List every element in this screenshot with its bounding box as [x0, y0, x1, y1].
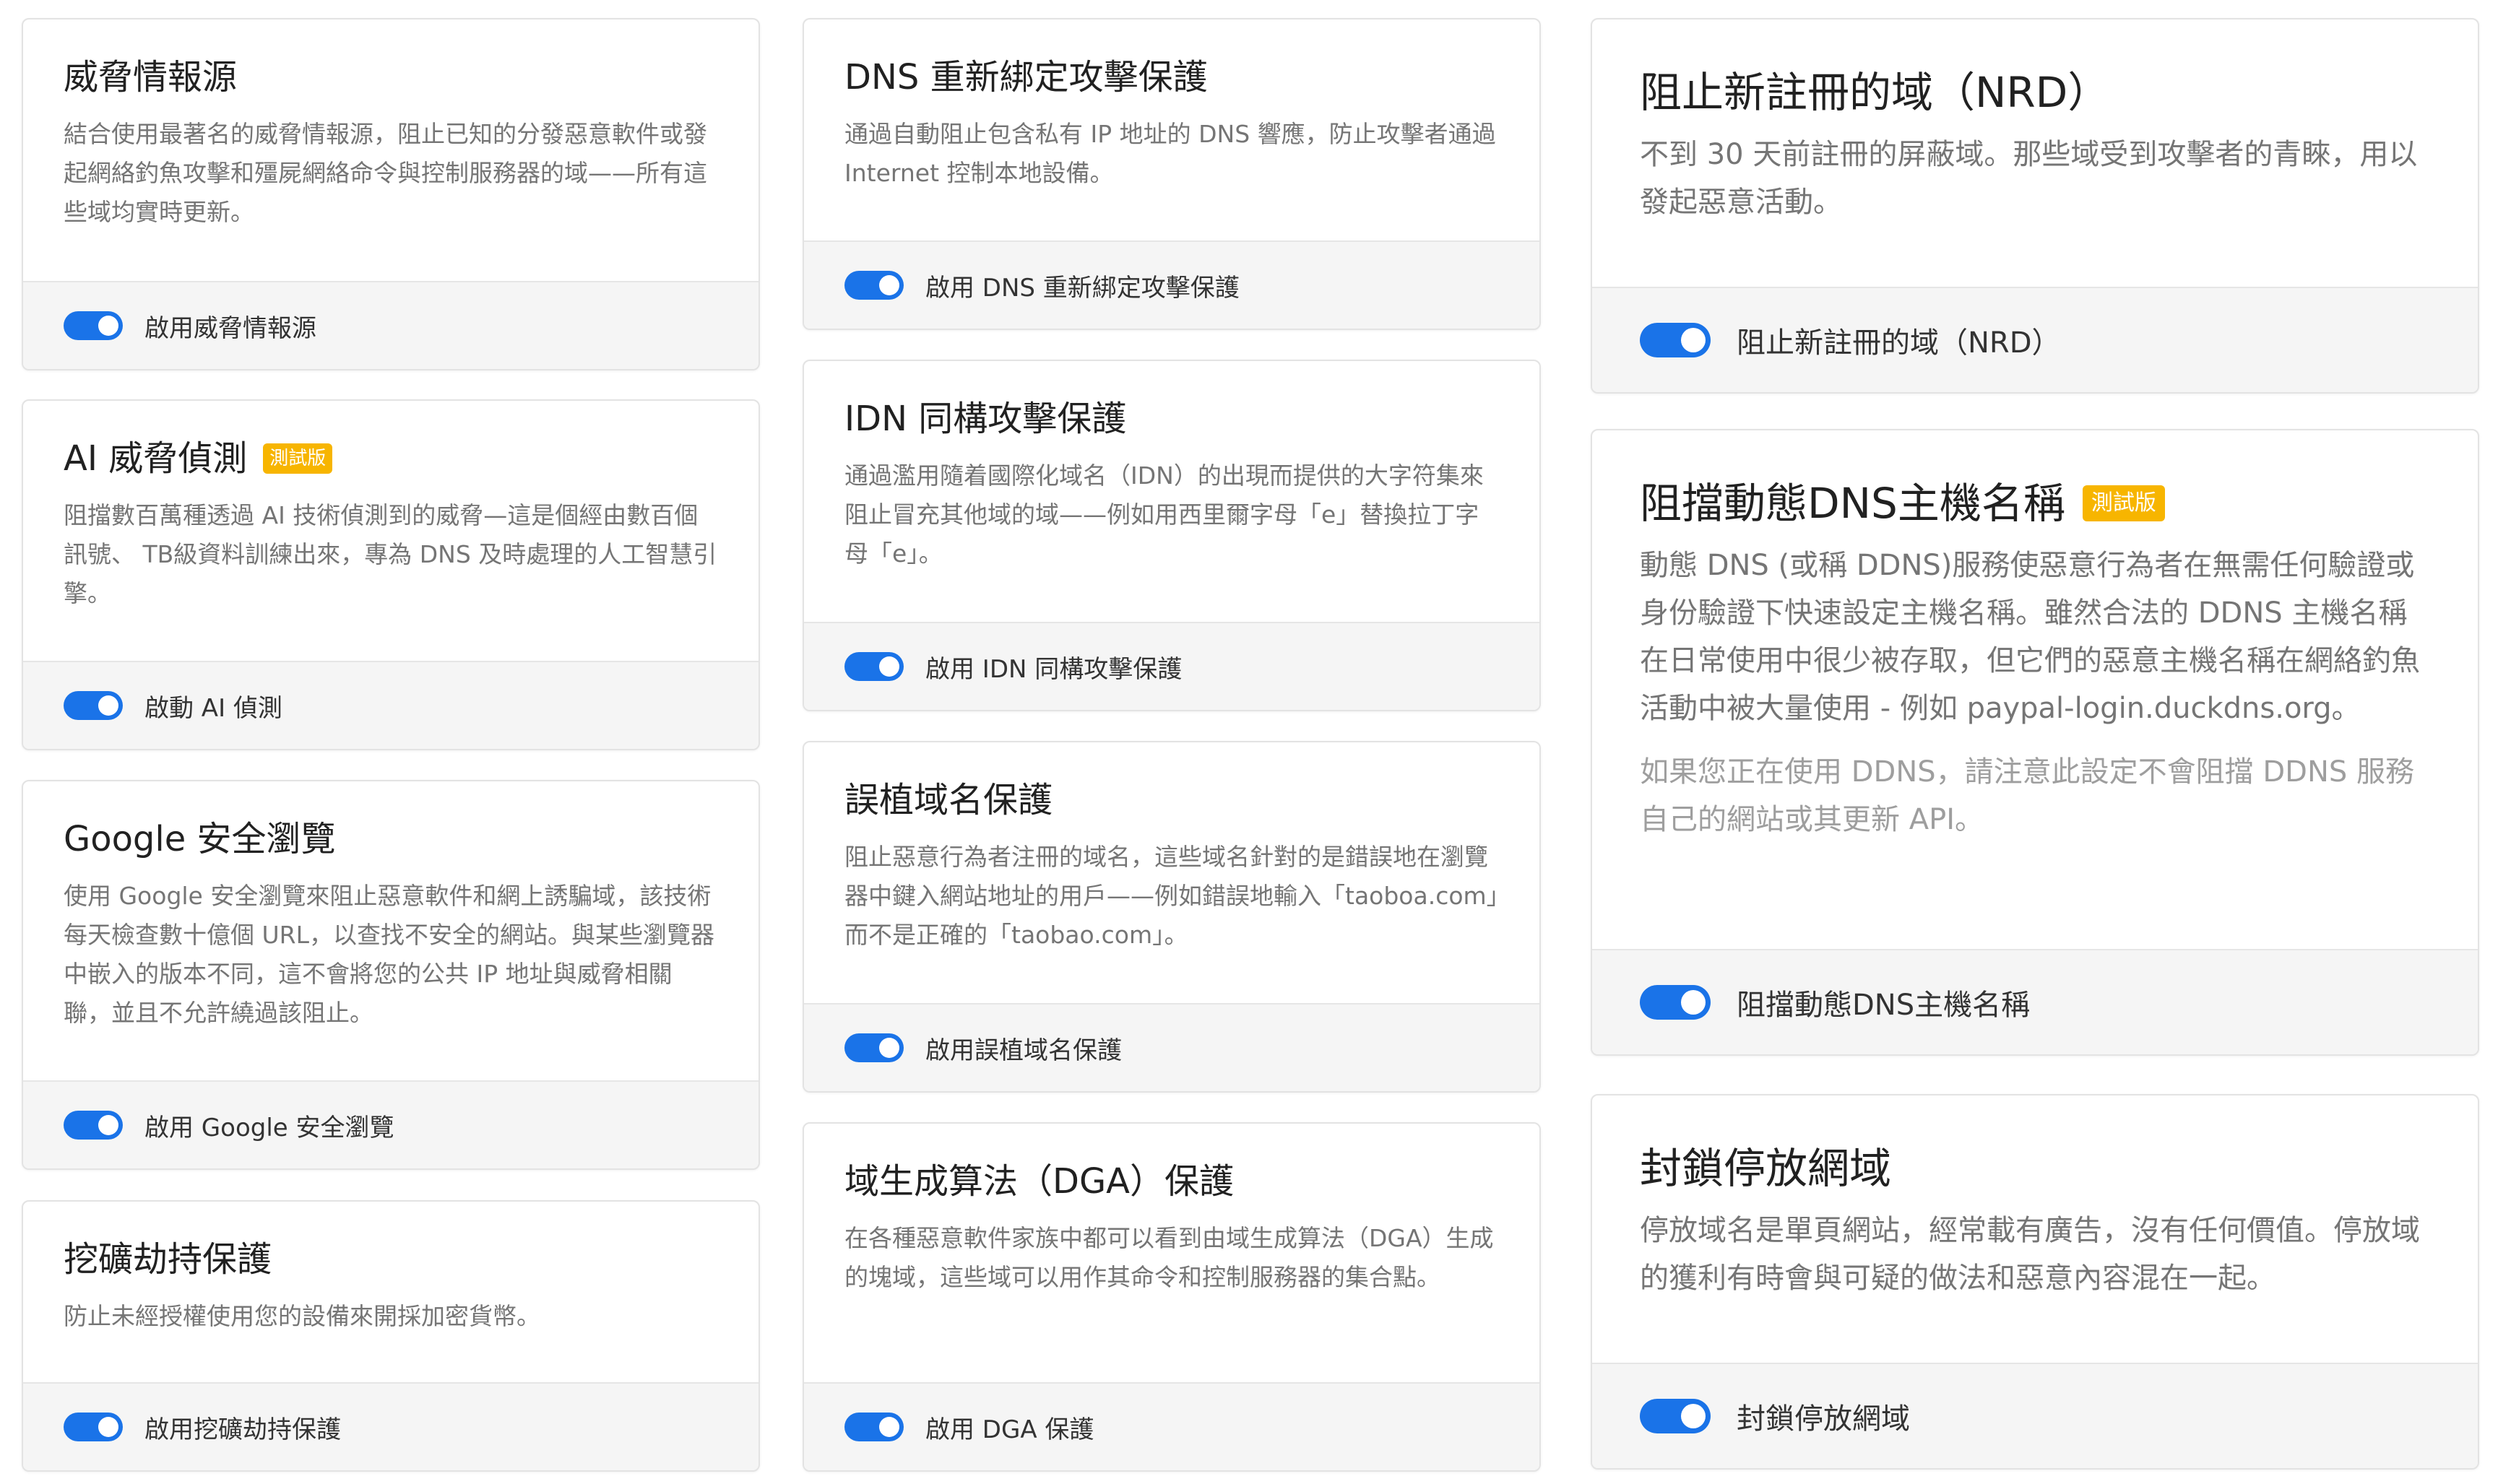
toggle-label: 啟用威脅情報源: [144, 313, 316, 343]
toggle-switch[interactable]: [844, 1033, 904, 1062]
card-title: 挖礦劫持保護: [64, 1239, 272, 1280]
card-description: 阻止惡意行為者注冊的域名，這些域名針對的是錯誤地在瀏覽器中鍵入網站地址的用戶——…: [844, 843, 1499, 949]
toggle-knob: [98, 316, 118, 336]
card-title: 域生成算法（DGA）保護: [844, 1161, 1234, 1202]
beta-badge: 測試版: [2082, 485, 2165, 521]
toggle-switch[interactable]: [1640, 985, 1711, 1020]
card-description: 不到 30 天前註冊的屏蔽域。那些域受到攻擊者的青睞，用以發起惡意活動。: [1640, 138, 2418, 219]
toggle-switch[interactable]: [64, 311, 123, 340]
toggle-knob: [98, 1417, 118, 1437]
card-description: 通過濫用隨着國際化域名（IDN）的出現而提供的大字符集來阻止冒充其他域的域——例…: [844, 461, 1484, 568]
toggle-knob: [879, 1417, 899, 1437]
toggle-label: 啟用挖礦劫持保護: [144, 1415, 341, 1444]
card-block-parked-domains: 封鎖停放網域 停放域名是單頁網站，經常載有廣告，沒有任何價值。停放域的獲利有時會…: [1591, 1094, 2479, 1470]
card-title: 封鎖停放網域: [1640, 1144, 1892, 1193]
card-footer: 啟用 DGA 保護: [804, 1382, 1539, 1470]
card-footer: 啟用威脅情報源: [23, 281, 759, 369]
toggle-knob: [1681, 328, 1706, 352]
toggle-switch[interactable]: [1640, 1399, 1711, 1433]
card-typosquatting-protection: 誤植域名保護 阻止惡意行為者注冊的域名，這些域名針對的是錯誤地在瀏覽器中鍵入網站…: [803, 741, 1541, 1093]
card-description: 通過自動阻止包含私有 IP 地址的 DNS 響應，防止攻擊者通過 Interne…: [844, 120, 1496, 187]
card-footer: 啟用 IDN 同構攻擊保護: [804, 622, 1539, 710]
toggle-label: 啟用 DNS 重新綁定攻擊保護: [925, 273, 1240, 303]
card-footer: 阻止新註冊的域（NRD）: [1592, 287, 2478, 392]
toggle-label: 啟用 Google 安全瀏覽: [144, 1113, 394, 1142]
toggle-label: 啟用 IDN 同構攻擊保護: [925, 654, 1183, 684]
toggle-knob: [1681, 990, 1706, 1015]
card-cryptojacking-protection: 挖礦劫持保護 防止未經授權使用您的設備來開採加密貨幣。 啟用挖礦劫持保護: [22, 1200, 760, 1472]
card-footer: 啟用 Google 安全瀏覽: [23, 1080, 759, 1168]
beta-badge: 測試版: [263, 443, 333, 474]
toggle-switch[interactable]: [844, 652, 904, 681]
toggle-knob: [879, 1038, 899, 1058]
toggle-label: 啟用 DGA 保護: [925, 1415, 1094, 1444]
card-title-text: 阻擋動態DNS主機名稱: [1640, 479, 2065, 528]
toggle-knob: [98, 1115, 118, 1135]
toggle-label: 阻止新註冊的域（NRD）: [1737, 326, 2061, 360]
toggle-switch[interactable]: [64, 691, 123, 720]
toggle-label: 封鎖停放網域: [1737, 1402, 1910, 1436]
card-title: DNS 重新綁定攻擊保護: [844, 57, 1208, 97]
card-footer: 啟用 DNS 重新綁定攻擊保護: [804, 240, 1539, 329]
toggle-switch[interactable]: [64, 1413, 123, 1441]
card-title: Google 安全瀏覽: [64, 819, 336, 859]
card-footer: 封鎖停放網域: [1592, 1363, 2478, 1468]
card-idn-homograph-protection: IDN 同構攻擊保護 通過濫用隨着國際化域名（IDN）的出現而提供的大字符集來阻…: [803, 360, 1541, 711]
card-description: 在各種惡意軟件家族中都可以看到由域生成算法（DGA）生成的塊域，這些域可以用作其…: [844, 1224, 1494, 1291]
card-description: 停放域名是單頁網站，經常載有廣告，沒有任何價值。停放域的獲利有時會與可疑的做法和…: [1640, 1214, 2420, 1295]
card-description: 使用 Google 安全瀏覽來阻止惡意軟件和網上誘騙域，該技術每天檢查數十億個 …: [64, 882, 714, 1027]
toggle-knob: [98, 695, 118, 716]
card-description: 結合使用最著名的威脅情報源，阻止已知的分發惡意軟件或發起網絡釣魚攻擊和殭屍網絡命…: [64, 120, 707, 226]
toggle-knob: [1681, 1404, 1706, 1428]
card-title: IDN 同構攻擊保護: [844, 399, 1127, 439]
card-footer: 阻擋動態DNS主機名稱: [1592, 949, 2478, 1054]
card-footer: 啟用誤植域名保護: [804, 1003, 1539, 1091]
card-title: AI 威脅偵測 測試版: [64, 435, 718, 482]
card-description: 防止未經授權使用您的設備來開採加密貨幣。: [64, 1302, 540, 1330]
toggle-switch[interactable]: [844, 1413, 904, 1441]
toggle-switch[interactable]: [844, 271, 904, 300]
card-description: 阻擋數百萬種透過 AI 技術偵測到的威脅—這是個經由數百個訊號、 TB級資料訓練…: [64, 501, 717, 607]
toggle-knob: [879, 656, 899, 677]
toggle-switch[interactable]: [64, 1111, 123, 1140]
card-description: 動態 DNS (或稱 DDNS)服務使惡意行為者在無需任何驗證或身份驗證下快速設…: [1640, 549, 2420, 725]
card-google-safe-browsing: Google 安全瀏覽 使用 Google 安全瀏覽來阻止惡意軟件和網上誘騙域，…: [22, 780, 760, 1170]
card-title-text: AI 威脅偵測: [64, 438, 248, 479]
card-dga-protection: 域生成算法（DGA）保護 在各種惡意軟件家族中都可以看到由域生成算法（DGA）生…: [803, 1122, 1541, 1472]
toggle-knob: [879, 275, 899, 295]
card-note: 如果您正在使用 DDNS，請注意此設定不會阻擋 DDNS 服務自己的網站或其更新…: [1640, 755, 2414, 836]
card-block-newly-registered-domains: 阻止新註冊的域（NRD） 不到 30 天前註冊的屏蔽域。那些域受到攻擊者的青睞，…: [1591, 18, 2479, 394]
toggle-label: 啟動 AI 偵測: [144, 693, 282, 723]
card-dns-rebinding-protection: DNS 重新綁定攻擊保護 通過自動阻止包含私有 IP 地址的 DNS 響應，防止…: [803, 18, 1541, 330]
card-title: 誤植域名保護: [844, 780, 1053, 820]
card-ai-threat-detection: AI 威脅偵測 測試版 阻擋數百萬種透過 AI 技術偵測到的威脅—這是個經由數百…: [22, 399, 760, 750]
card-footer: 啟用挖礦劫持保護: [23, 1382, 759, 1470]
card-title: 威脅情報源: [64, 57, 238, 97]
card-threat-intelligence-feeds: 威脅情報源 結合使用最著名的威脅情報源，阻止已知的分發惡意軟件或發起網絡釣魚攻擊…: [22, 18, 760, 370]
toggle-switch[interactable]: [1640, 323, 1711, 357]
card-block-dynamic-dns-hostnames: 阻擋動態DNS主機名稱 測試版 動態 DNS (或稱 DDNS)服務使惡意行為者…: [1591, 429, 2479, 1056]
card-title: 阻擋動態DNS主機名稱 測試版: [1640, 477, 2430, 530]
card-title: 阻止新註冊的域（NRD）: [1640, 68, 2110, 117]
card-footer: 啟動 AI 偵測: [23, 661, 759, 749]
toggle-label: 阻擋動態DNS主機名稱: [1737, 989, 2031, 1022]
toggle-label: 啟用誤植域名保護: [925, 1036, 1122, 1065]
